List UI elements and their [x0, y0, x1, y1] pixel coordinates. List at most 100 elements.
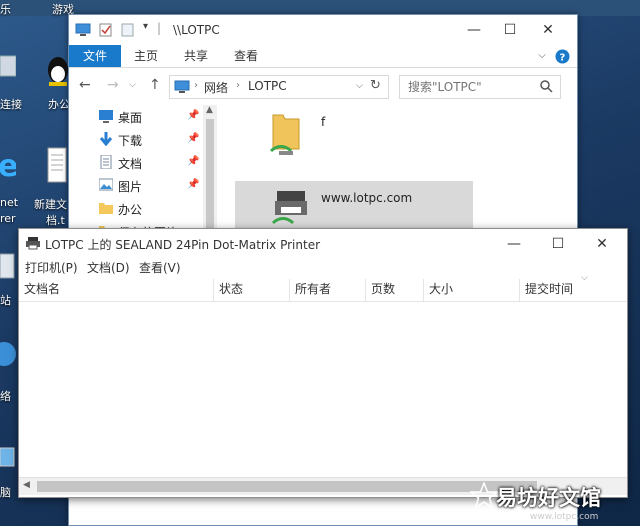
- nav-item-label: 桌面: [118, 111, 143, 125]
- pin-icon[interactable]: 📌: [187, 133, 199, 144]
- computer-icon: [75, 23, 91, 36]
- desktop-label: 新建文: [34, 198, 67, 211]
- menu-printer[interactable]: 打印机(P): [25, 259, 78, 276]
- address-toolbar: ← → ⌵ ↑ › 网络 › LOTPC ⌵ ↻: [69, 71, 577, 101]
- download-arrow-icon: [99, 132, 113, 146]
- forward-arrow-icon[interactable]: →: [107, 77, 119, 93]
- file-list: f www.lotpc.com: [219, 103, 575, 233]
- watermark-url: www.lotpc.com: [530, 512, 599, 522]
- back-arrow-icon[interactable]: ←: [79, 77, 91, 93]
- star-logo-icon: [470, 482, 498, 510]
- qq-icon[interactable]: [46, 52, 70, 92]
- maximize-button[interactable]: ☐: [541, 233, 575, 255]
- network-globe-icon[interactable]: [0, 340, 16, 370]
- tab-view[interactable]: 查看: [231, 45, 261, 67]
- up-arrow-icon[interactable]: ↑: [149, 77, 161, 93]
- pin-icon[interactable]: 📌: [187, 156, 199, 167]
- menu-document[interactable]: 文档(D): [87, 259, 130, 276]
- desktop-label: 连接: [0, 98, 22, 111]
- expand-ribbon-chevron-icon[interactable]: ⌵: [535, 45, 549, 67]
- search-input[interactable]: [406, 78, 540, 96]
- nav-item-desktop[interactable]: 桌面 📌: [99, 107, 209, 127]
- pin-icon[interactable]: 📌: [187, 110, 199, 121]
- navigation-scrollbar[interactable]: ▲: [203, 105, 217, 231]
- nav-item-label: 下载: [118, 134, 143, 148]
- folder-icon: [99, 203, 113, 214]
- address-history-chevron-icon[interactable]: ⌵: [356, 81, 363, 91]
- new-folder-icon[interactable]: [121, 23, 135, 37]
- desktop-label: 站: [0, 294, 11, 307]
- svg-text:e: e: [0, 149, 16, 184]
- properties-icon[interactable]: [99, 23, 113, 37]
- network-location-icon: [174, 80, 190, 93]
- sort-chevron-icon: ⌵: [581, 273, 588, 283]
- desktop-label: 乐: [0, 3, 11, 16]
- file-name: www.lotpc.com: [321, 191, 413, 205]
- explorer-title-path: \\LOTPC: [173, 23, 220, 37]
- desktop-label: rer: [0, 212, 16, 225]
- nav-item-documents[interactable]: 文档 📌: [99, 153, 209, 173]
- column-header-document-name[interactable]: 文档名: [19, 279, 213, 301]
- menu-view[interactable]: 查看(V): [139, 259, 181, 276]
- minimize-button[interactable]: —: [457, 19, 491, 41]
- scrollbar-thumb[interactable]: [206, 119, 214, 229]
- desktop-label: 脑: [0, 486, 11, 499]
- column-header-submitted[interactable]: 提交时间: [519, 279, 627, 301]
- nav-item-office[interactable]: 办公: [99, 199, 209, 219]
- breadcrumb-network[interactable]: 网络: [204, 79, 228, 96]
- search-box[interactable]: [399, 75, 561, 99]
- breadcrumb-separator-icon: ›: [194, 80, 198, 91]
- breadcrumb-lotpc[interactable]: LOTPC: [248, 79, 287, 93]
- file-item-shared-folder[interactable]: f: [269, 111, 349, 163]
- scroll-left-arrow-icon[interactable]: ◀: [23, 480, 30, 490]
- recycle-bin-icon[interactable]: [0, 250, 16, 280]
- nav-item-pictures[interactable]: 图片 📌: [99, 176, 209, 196]
- monitor-icon[interactable]: [0, 444, 16, 474]
- address-bar[interactable]: › 网络 › LOTPC ⌵ ↻: [169, 75, 389, 99]
- nav-item-downloads[interactable]: 下载 📌: [99, 130, 209, 150]
- nav-item-label: 图片: [118, 180, 143, 194]
- close-button[interactable]: ✕: [585, 233, 619, 255]
- network-printer-icon: [271, 191, 307, 225]
- text-document-icon[interactable]: [46, 146, 68, 186]
- navigation-pane: 桌面 📌 下载 📌 文档 📌 图片 📌 办公 保存的图片: [69, 103, 217, 233]
- desktop-label: 档.t: [46, 214, 65, 227]
- ie-icon[interactable]: e: [0, 146, 16, 186]
- pin-icon[interactable]: 📌: [187, 179, 199, 190]
- customize-toolbar-chevron-icon[interactable]: ▾: [143, 21, 148, 32]
- column-header-pages[interactable]: 页数: [365, 279, 423, 301]
- printer-icon: [26, 237, 40, 250]
- printer-queue-window[interactable]: LOTPC 上的 SEALAND 24Pin Dot-Matrix Printe…: [18, 228, 628, 498]
- refresh-icon[interactable]: ↻: [370, 78, 381, 93]
- documents-icon: [100, 155, 112, 169]
- watermark: 易坊好文馆 www.lotpc.com: [470, 478, 640, 526]
- recent-locations-chevron-icon[interactable]: ⌵: [129, 80, 136, 90]
- tab-share[interactable]: 共享: [181, 45, 211, 67]
- desktop-label: net: [0, 196, 19, 209]
- computer-icon[interactable]: [0, 52, 16, 92]
- close-button[interactable]: ✕: [531, 19, 565, 41]
- explorer-title-bar[interactable]: ▾ | \\LOTPC — ☐ ✕: [69, 15, 577, 45]
- nav-item-label: 文档: [118, 157, 143, 171]
- tab-file[interactable]: 文件: [69, 45, 121, 67]
- column-header-status[interactable]: 状态: [213, 279, 289, 301]
- desktop-folder-icon: [99, 110, 113, 123]
- printer-title-bar[interactable]: LOTPC 上的 SEALAND 24Pin Dot-Matrix Printe…: [19, 229, 627, 257]
- file-item-network-printer[interactable]: www.lotpc.com: [235, 181, 473, 233]
- queue-column-headers: 文档名 状态 所有者 页数 大小 提交时间 ⌵: [19, 273, 627, 302]
- column-header-owner[interactable]: 所有者: [289, 279, 365, 301]
- help-icon[interactable]: ?: [555, 49, 570, 64]
- column-header-size[interactable]: 大小: [423, 279, 519, 301]
- minimize-button[interactable]: —: [497, 233, 531, 255]
- print-queue-list[interactable]: [19, 302, 627, 474]
- tab-home[interactable]: 主页: [131, 45, 161, 67]
- ribbon-tabs: 文件 主页 共享 查看 ⌵ ?: [69, 45, 577, 68]
- shared-folder-icon: [269, 114, 300, 155]
- scrollbar-thumb[interactable]: [37, 481, 537, 492]
- desktop-label: 办公: [48, 98, 70, 111]
- search-icon[interactable]: [540, 80, 553, 93]
- maximize-button[interactable]: ☐: [493, 19, 527, 41]
- pictures-icon: [99, 178, 113, 191]
- scroll-up-arrow-icon[interactable]: ▲: [206, 105, 213, 115]
- breadcrumb-separator-icon: ›: [236, 80, 240, 91]
